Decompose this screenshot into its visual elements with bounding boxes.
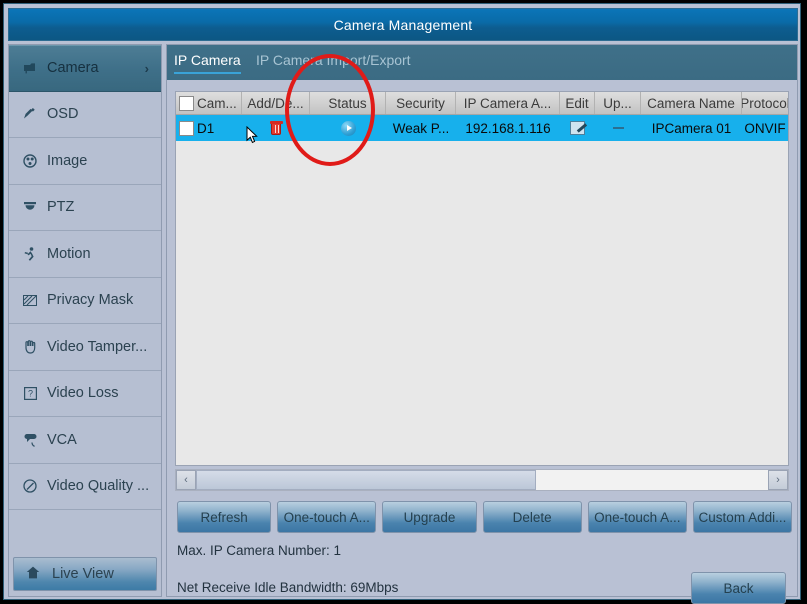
svg-text:?: ? bbox=[27, 388, 32, 398]
column-header-camera-name[interactable]: Camera Name bbox=[641, 92, 742, 114]
one-touch-adding-button[interactable]: One-touch A... bbox=[587, 501, 687, 533]
column-header-upgrade[interactable]: Up... bbox=[595, 92, 641, 114]
row-checkbox[interactable] bbox=[179, 120, 194, 136]
table-header-row: Cam... Add/De... Status Security IP Came… bbox=[176, 92, 788, 115]
column-header-camera[interactable]: Cam... bbox=[176, 92, 242, 114]
video-quality-icon bbox=[19, 479, 41, 493]
cell-ip-address: 192.168.1.116 bbox=[465, 120, 551, 136]
column-header-label: Cam... bbox=[197, 95, 237, 111]
sidebar-item-label: Video Loss bbox=[47, 385, 119, 402]
sidebar-item-label: Video Quality ... bbox=[47, 478, 150, 495]
back-button[interactable]: Back bbox=[691, 572, 786, 604]
main-panel: IP Camera IP Camera Import/Export Cam...… bbox=[166, 44, 798, 604]
tab-ip-camera-import-export[interactable]: IP Camera Import/Export bbox=[256, 52, 411, 72]
sidebar: Camera › OSD Image PTZ Motion Privacy Ma… bbox=[8, 44, 162, 597]
cell-protocol: ONVIF bbox=[744, 120, 786, 136]
column-header-security[interactable]: Security bbox=[386, 92, 456, 114]
delete-button[interactable]: Delete bbox=[482, 501, 582, 533]
sidebar-item-video-tampering[interactable]: Video Tamper... bbox=[9, 324, 161, 371]
sidebar-item-osd[interactable]: OSD bbox=[9, 92, 161, 138]
sidebar-item-live-view[interactable]: Live View bbox=[13, 557, 157, 591]
image-icon bbox=[19, 154, 41, 168]
cell-edit[interactable] bbox=[560, 115, 595, 141]
column-header-protocol[interactable]: Protocol bbox=[742, 92, 788, 114]
vca-icon bbox=[19, 433, 41, 447]
sidebar-item-motion[interactable]: Motion bbox=[9, 231, 161, 278]
scrollbar-thumb[interactable] bbox=[196, 470, 536, 490]
window-title-bar: Camera Management bbox=[8, 8, 798, 41]
window-title: Camera Management bbox=[333, 16, 473, 33]
max-ip-camera-number-text: Max. IP Camera Number: 1 bbox=[177, 543, 342, 558]
sidebar-item-label: OSD bbox=[47, 106, 79, 123]
cell-camera-name: IPCamera 01 bbox=[651, 120, 732, 136]
motion-icon bbox=[19, 246, 41, 261]
video-loss-icon: ? bbox=[19, 386, 41, 400]
cell-channel-label: D1 bbox=[197, 120, 215, 136]
chevron-right-icon: › bbox=[144, 60, 149, 76]
video-tamper-icon bbox=[19, 339, 41, 354]
table-body: D1 Weak P... 192.168.1.116 IPCamera 01 O… bbox=[176, 115, 788, 141]
scroll-right-button[interactable]: › bbox=[768, 470, 788, 490]
home-icon bbox=[26, 566, 46, 583]
sidebar-item-image[interactable]: Image bbox=[9, 138, 161, 185]
privacy-mask-icon bbox=[19, 294, 41, 306]
ip-camera-table: Cam... Add/De... Status Security IP Came… bbox=[175, 91, 789, 466]
cell-upgrade bbox=[595, 115, 641, 141]
custom-adding-button[interactable]: Custom Addi... bbox=[692, 501, 793, 533]
delete-trash-icon[interactable] bbox=[269, 121, 283, 135]
dash-icon bbox=[612, 127, 624, 129]
sidebar-item-label: PTZ bbox=[47, 199, 75, 216]
sidebar-item-label: Privacy Mask bbox=[47, 292, 134, 309]
table-row[interactable]: D1 Weak P... 192.168.1.116 IPCamera 01 O… bbox=[176, 115, 788, 141]
horizontal-scrollbar[interactable]: ‹ › bbox=[175, 469, 789, 491]
column-header-ip-address[interactable]: IP Camera A... bbox=[456, 92, 560, 114]
tab-strip: IP Camera IP Camera Import/Export bbox=[167, 45, 797, 80]
sidebar-item-vca[interactable]: VCA bbox=[9, 417, 161, 464]
select-all-checkbox[interactable] bbox=[179, 95, 194, 111]
osd-icon bbox=[19, 107, 41, 121]
sidebar-item-label: Image bbox=[47, 152, 88, 169]
refresh-button[interactable]: Refresh bbox=[177, 501, 272, 533]
column-header-add-delete[interactable]: Add/De... bbox=[242, 92, 310, 114]
sidebar-item-video-quality[interactable]: Video Quality ... bbox=[9, 464, 161, 510]
cell-camera-channel[interactable]: D1 bbox=[176, 115, 242, 141]
upgrade-button[interactable]: Upgrade bbox=[382, 501, 477, 533]
ptz-icon bbox=[19, 201, 41, 213]
sidebar-item-label: Motion bbox=[47, 245, 91, 262]
sidebar-item-label: Camera bbox=[47, 60, 99, 77]
sidebar-item-ptz[interactable]: PTZ bbox=[9, 185, 161, 231]
sidebar-item-label: VCA bbox=[47, 431, 77, 448]
tab-ip-camera[interactable]: IP Camera bbox=[174, 52, 241, 74]
net-receive-idle-bandwidth-text: Net Receive Idle Bandwidth: 69Mbps bbox=[177, 580, 399, 595]
camera-icon bbox=[19, 62, 41, 74]
scroll-left-button[interactable]: ‹ bbox=[176, 470, 196, 490]
edit-pencil-icon[interactable] bbox=[570, 121, 585, 135]
sidebar-item-video-loss[interactable]: ? Video Loss bbox=[9, 371, 161, 417]
camera-management-window: Camera Management Camera › OSD Image PTZ… bbox=[3, 3, 801, 604]
play-circle-icon[interactable] bbox=[340, 120, 356, 136]
scrollbar-track[interactable] bbox=[196, 470, 768, 490]
one-touch-activate-button[interactable]: One-touch A... bbox=[277, 501, 377, 533]
cell-status[interactable] bbox=[310, 115, 386, 141]
sidebar-item-label: Live View bbox=[52, 566, 114, 582]
cell-security: Weak P... bbox=[392, 120, 450, 136]
sidebar-item-label: Video Tamper... bbox=[47, 338, 148, 355]
column-header-status[interactable]: Status bbox=[310, 92, 386, 114]
column-header-edit[interactable]: Edit bbox=[560, 92, 595, 114]
action-button-row: Refresh One-touch A... Upgrade Delete On… bbox=[177, 501, 793, 533]
sidebar-item-camera[interactable]: Camera › bbox=[9, 45, 161, 92]
cell-add-delete[interactable] bbox=[242, 115, 310, 141]
sidebar-item-privacy-mask[interactable]: Privacy Mask bbox=[9, 278, 161, 324]
